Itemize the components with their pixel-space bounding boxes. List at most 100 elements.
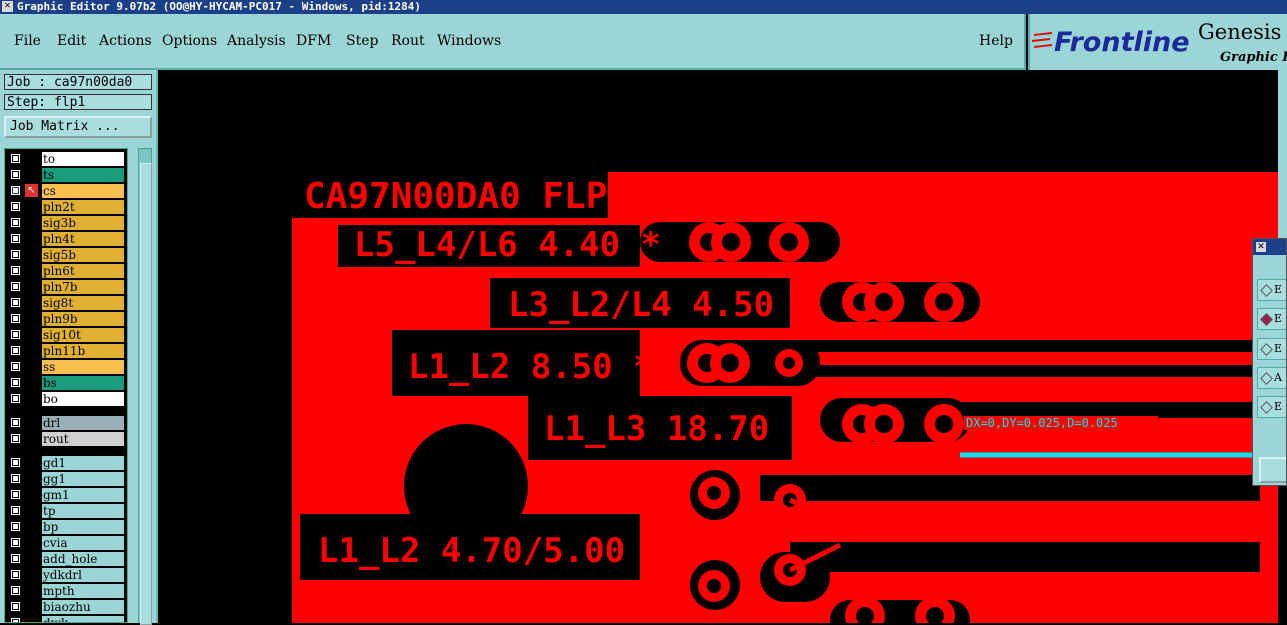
- layer-name[interactable]: ss: [42, 360, 124, 374]
- layer-checkbox[interactable]: [11, 362, 20, 371]
- dialog-option-2[interactable]: E: [1257, 308, 1286, 330]
- layer-checkbox[interactable]: [11, 474, 20, 483]
- layer-row-cvia[interactable]: cvia: [5, 535, 127, 551]
- dialog-option-1[interactable]: E: [1257, 279, 1286, 301]
- layer-checkbox[interactable]: [11, 506, 20, 515]
- dialog-option-3[interactable]: E: [1257, 338, 1286, 360]
- radio-diamond-icon[interactable]: [1260, 372, 1273, 385]
- layer-row-add_hole[interactable]: add_hole: [5, 551, 127, 567]
- layer-name[interactable]: bs: [42, 376, 124, 390]
- layer-row-pln11b[interactable]: pln11b: [5, 343, 127, 359]
- layer-checkbox[interactable]: [11, 186, 20, 195]
- layer-name[interactable]: gm1: [42, 488, 124, 502]
- layer-checkbox[interactable]: [11, 458, 20, 467]
- layer-name[interactable]: add_hole: [42, 552, 124, 566]
- menu-actions[interactable]: Actions: [99, 33, 152, 49]
- layer-list-scrollbar[interactable]: [138, 148, 152, 625]
- layer-name[interactable]: pln2t: [42, 200, 124, 214]
- layer-name[interactable]: bp: [42, 520, 124, 534]
- layer-checkbox[interactable]: [11, 538, 20, 547]
- layer-name[interactable]: cs: [42, 184, 124, 198]
- layer-checkbox[interactable]: [11, 250, 20, 259]
- layer-checkbox[interactable]: [11, 266, 20, 275]
- layer-row-sig3b[interactable]: sig3b: [5, 215, 127, 231]
- dialog-button[interactable]: [1259, 457, 1286, 483]
- layer-checkbox[interactable]: [11, 522, 20, 531]
- layer-name[interactable]: ydkdrl: [42, 568, 124, 582]
- menu-rout[interactable]: Rout: [391, 33, 425, 49]
- menu-windows[interactable]: Windows: [437, 33, 501, 49]
- layer-name[interactable]: pln6t: [42, 264, 124, 278]
- layer-row-pln2t[interactable]: pln2t: [5, 199, 127, 215]
- layer-checkbox[interactable]: [11, 378, 20, 387]
- layer-name[interactable]: drl: [42, 416, 124, 430]
- layer-row-pln4t[interactable]: pln4t: [5, 231, 127, 247]
- layer-checkbox[interactable]: [11, 434, 20, 443]
- layer-name[interactable]: bo: [42, 392, 124, 406]
- layer-row-gg1[interactable]: gg1: [5, 471, 127, 487]
- layer-row-rout[interactable]: rout: [5, 431, 127, 447]
- menu-dfm[interactable]: DFM: [296, 33, 331, 49]
- layer-checkbox[interactable]: [11, 314, 20, 323]
- dialog-option-5[interactable]: E: [1257, 396, 1286, 418]
- layer-checkbox[interactable]: [11, 218, 20, 227]
- layer-checkbox[interactable]: [11, 490, 20, 499]
- layer-row-bo[interactable]: bo: [5, 391, 127, 407]
- layer-checkbox[interactable]: [11, 394, 20, 403]
- layer-name[interactable]: ts: [42, 168, 124, 182]
- layer-row-bp[interactable]: bp: [5, 519, 127, 535]
- graphic-canvas[interactable]: CA97N00DA0 FLP1 L5_L4/L6 4.40 * L3_L2/L4…: [160, 70, 1278, 623]
- layer-row-ss[interactable]: ss: [5, 359, 127, 375]
- layer-name[interactable]: sig3b: [42, 216, 124, 230]
- radio-diamond-icon[interactable]: [1260, 313, 1273, 326]
- layer-checkbox[interactable]: [11, 554, 20, 563]
- job-matrix-button[interactable]: Job Matrix ...: [4, 116, 152, 138]
- layer-name[interactable]: pln7b: [42, 280, 124, 294]
- layer-name[interactable]: cvia: [42, 536, 124, 550]
- layer-checkbox[interactable]: [11, 298, 20, 307]
- layer-name[interactable]: mpth: [42, 584, 124, 598]
- menu-step[interactable]: Step: [346, 33, 378, 49]
- layer-checkbox[interactable]: [11, 330, 20, 339]
- layer-row-biaozhu[interactable]: biaozhu: [5, 599, 127, 615]
- menu-file[interactable]: File: [14, 33, 41, 49]
- layer-name[interactable]: tp: [42, 504, 124, 518]
- layer-name[interactable]: sig10t: [42, 328, 124, 342]
- layer-checkbox[interactable]: [11, 418, 20, 427]
- layer-row-cs[interactable]: ↖ cs: [5, 183, 127, 199]
- window-close-icon[interactable]: ✕: [2, 1, 13, 12]
- layer-row-ydkdrl[interactable]: ydkdrl: [5, 567, 127, 583]
- layer-name[interactable]: sig5b: [42, 248, 124, 262]
- layer-row-sig10t[interactable]: sig10t: [5, 327, 127, 343]
- layer-row-drl[interactable]: drl: [5, 415, 127, 431]
- layer-name[interactable]: rout: [42, 432, 124, 446]
- layer-checkbox[interactable]: [11, 154, 20, 163]
- layer-row-pln6t[interactable]: pln6t: [5, 263, 127, 279]
- layer-name[interactable]: sig8t: [42, 296, 124, 310]
- dialog-option-4[interactable]: A: [1257, 367, 1286, 389]
- layer-name[interactable]: gg1: [42, 472, 124, 486]
- radio-diamond-icon[interactable]: [1260, 284, 1273, 297]
- layer-checkbox[interactable]: [11, 282, 20, 291]
- radio-diamond-icon[interactable]: [1260, 401, 1273, 414]
- layer-checkbox[interactable]: [11, 570, 20, 579]
- layer-checkbox[interactable]: [11, 202, 20, 211]
- dialog-close-icon[interactable]: ✕: [1256, 242, 1266, 252]
- layer-row-pln7b[interactable]: pln7b: [5, 279, 127, 295]
- layer-name[interactable]: dwk: [42, 616, 124, 622]
- menu-help[interactable]: Help: [979, 33, 1013, 49]
- layer-checkbox[interactable]: [11, 346, 20, 355]
- menu-analysis[interactable]: Analysis: [227, 33, 286, 49]
- layer-name[interactable]: pln4t: [42, 232, 124, 246]
- layer-row-dwk[interactable]: dwk: [5, 615, 127, 622]
- layer-name[interactable]: to: [42, 152, 124, 166]
- layer-checkbox[interactable]: [11, 602, 20, 611]
- menu-options[interactable]: Options: [162, 33, 217, 49]
- layer-row-pln9b[interactable]: pln9b: [5, 311, 127, 327]
- layer-row-gd1[interactable]: gd1: [5, 455, 127, 471]
- menu-edit[interactable]: Edit: [57, 33, 86, 49]
- layer-name[interactable]: biaozhu: [42, 600, 124, 614]
- radio-diamond-icon[interactable]: [1260, 343, 1273, 356]
- layer-row-to[interactable]: to: [5, 151, 127, 167]
- layer-row-mpth[interactable]: mpth: [5, 583, 127, 599]
